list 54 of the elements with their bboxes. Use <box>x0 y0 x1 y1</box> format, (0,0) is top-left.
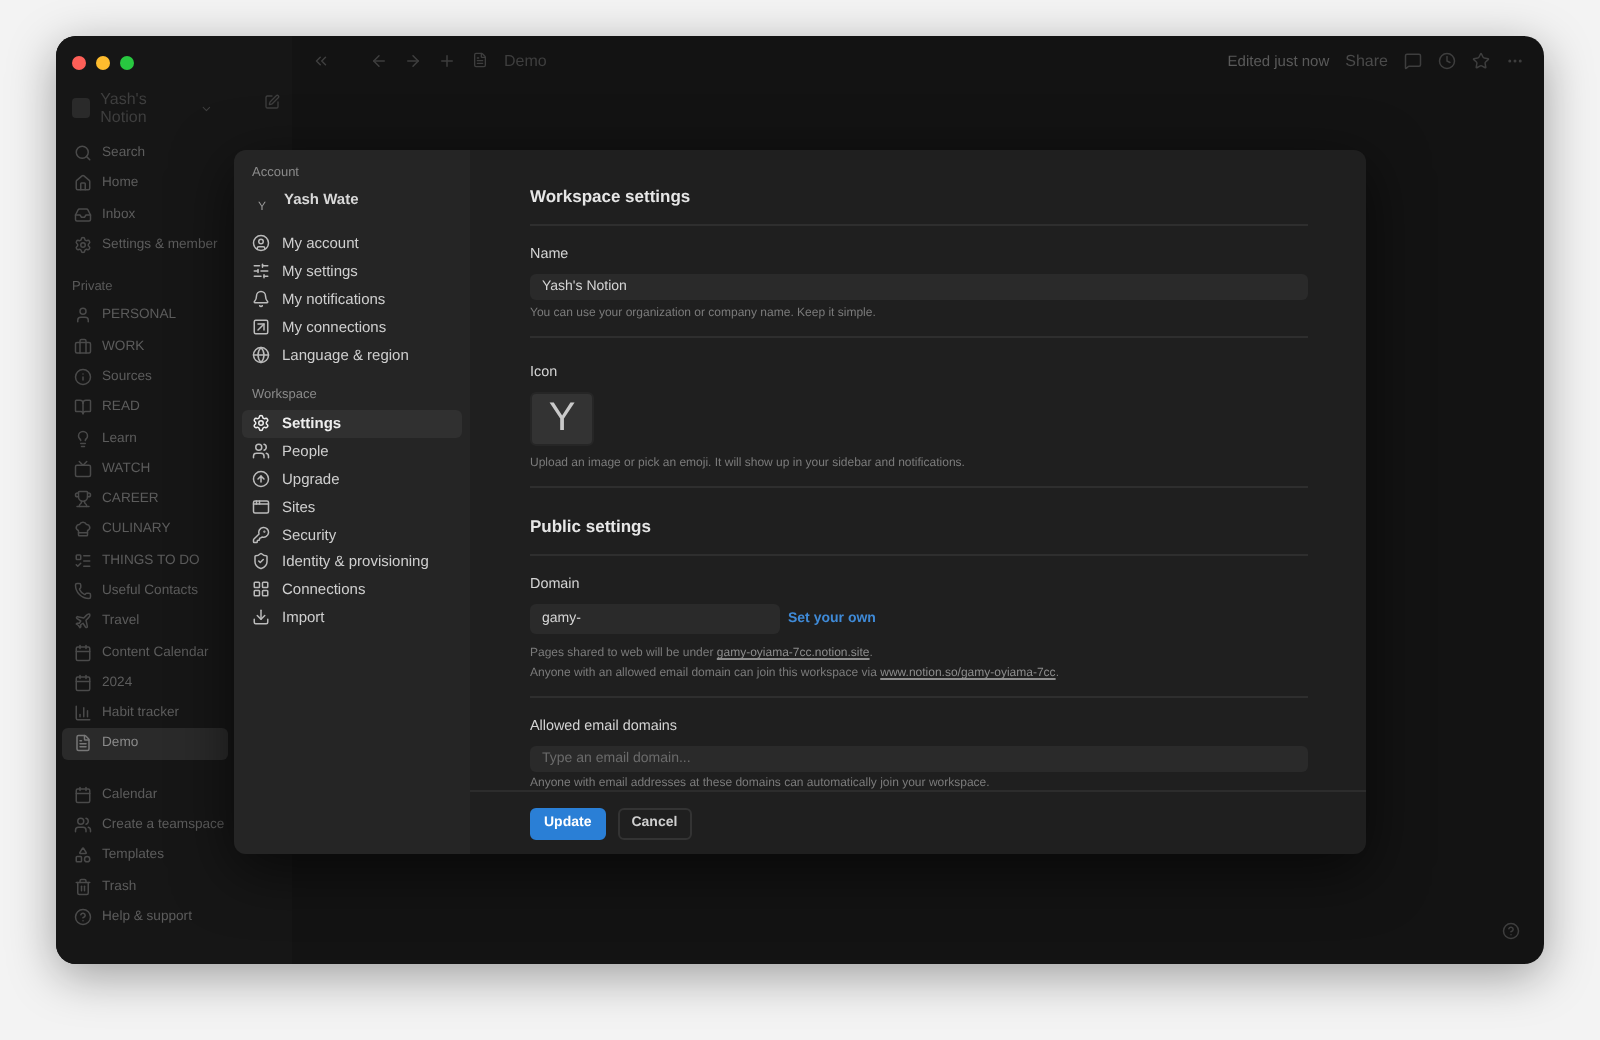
shield-icon <box>252 552 270 571</box>
person-icon <box>74 306 92 325</box>
forward-icon[interactable] <box>404 51 422 69</box>
arrow-up-circle-icon <box>252 469 270 488</box>
calendar-icon <box>74 673 92 692</box>
shapes-icon <box>74 846 92 865</box>
bell-icon <box>252 289 270 308</box>
download-icon <box>252 607 270 626</box>
briefcase-icon <box>74 337 92 356</box>
sliders-icon <box>252 262 270 281</box>
back-icon[interactable] <box>370 51 388 69</box>
help-icon <box>74 907 92 926</box>
checklist-icon <box>74 551 92 570</box>
key-icon <box>252 525 270 544</box>
star-icon[interactable] <box>1472 51 1490 69</box>
clock-icon[interactable] <box>1438 51 1456 69</box>
bar-chart-icon <box>74 704 92 723</box>
settings-icon <box>74 236 92 255</box>
search-icon <box>74 144 92 163</box>
book-icon <box>74 398 92 417</box>
inbox-icon <box>74 205 92 224</box>
tv-icon <box>74 459 92 478</box>
close-button[interactable] <box>72 56 86 70</box>
plus-icon[interactable] <box>438 51 456 69</box>
help-icon[interactable] <box>1502 922 1520 940</box>
browser-window-icon <box>252 497 270 516</box>
page-icon <box>472 52 488 68</box>
globe-icon <box>252 345 270 364</box>
trophy-icon <box>74 490 92 509</box>
page-icon <box>74 734 92 753</box>
phone-icon <box>74 582 92 600</box>
house-icon <box>74 174 92 193</box>
calendar-icon <box>74 643 92 662</box>
section-title: Public settings <box>530 516 653 541</box>
collapse-icon[interactable] <box>312 51 330 69</box>
people-icon <box>252 442 270 461</box>
people-icon <box>74 816 92 835</box>
maximize-button[interactable] <box>120 56 134 70</box>
settings-icon <box>252 414 270 433</box>
external-link-icon <box>252 317 270 336</box>
user-circle-icon <box>252 234 270 253</box>
grid-icon <box>252 580 270 599</box>
new-page-icon[interactable] <box>264 94 280 110</box>
trash-icon <box>74 877 92 896</box>
minimize-button[interactable] <box>96 56 110 70</box>
info-icon <box>74 367 92 386</box>
chevron-down-icon <box>199 101 212 115</box>
section-title: Workspace settings <box>530 186 693 210</box>
workspace-icon[interactable]: Y <box>530 391 594 447</box>
chef-hat-icon <box>74 520 92 539</box>
comment-icon[interactable] <box>1404 51 1422 69</box>
lightbulb-icon <box>74 429 92 448</box>
plane-icon <box>74 612 92 631</box>
calendar-icon <box>74 785 92 804</box>
